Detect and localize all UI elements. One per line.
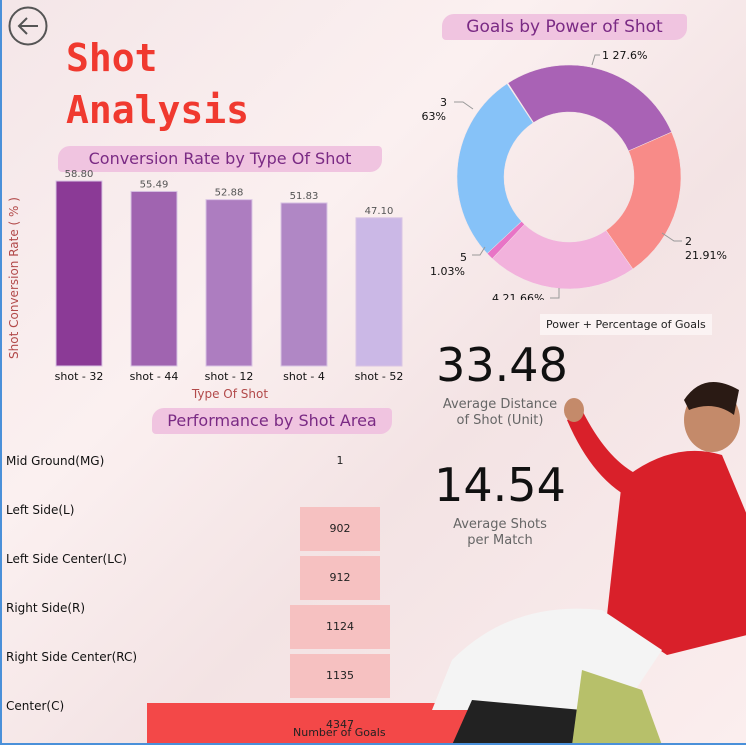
bar-category-label: shot - 12: [205, 370, 254, 383]
funnel-bar[interactable]: 912: [299, 556, 381, 600]
funnel-category-label: Left Side Center(LC): [6, 552, 127, 566]
funnel-bar[interactable]: 902: [299, 507, 381, 551]
leader-line: [550, 288, 560, 299]
funnel-x-label: Number of Goals: [293, 726, 386, 739]
bar-category-label: shot - 4: [283, 370, 325, 383]
bar-value-label: 52.88: [215, 188, 244, 199]
donut-slice-label: 27.63%: [422, 110, 446, 123]
bar-y-axis-label: Shot Conversion Rate ( % ): [7, 197, 21, 359]
donut-slice-label: 5: [460, 251, 467, 264]
dashboard: Shot Analysis Conversion Rate by Type Of…: [0, 0, 746, 745]
bar-value-label: 51.83: [290, 191, 319, 202]
leader-line: [591, 54, 600, 66]
donut-slice-label: 3: [440, 96, 447, 109]
leader-line: [454, 101, 474, 110]
funnel-category-label: Right Side(R): [6, 601, 86, 615]
area-chart-title: Performance by Shot Area: [152, 408, 392, 434]
funnel-bar[interactable]: 1135: [289, 654, 391, 698]
funnel-category-label: Mid Ground(MG): [6, 454, 105, 468]
bar-1[interactable]: [130, 190, 178, 367]
bar-category-label: shot - 52: [355, 370, 404, 383]
donut-slice-label: 21.91%: [685, 249, 727, 262]
power-chart-title: Goals by Power of Shot: [442, 14, 687, 40]
donut-slice-label: 4 21.66%: [492, 292, 544, 300]
bar-x-axis-label: Type Of Shot: [191, 387, 268, 401]
bar-category-label: shot - 32: [55, 370, 104, 383]
funnel-category-label: Center(C): [6, 699, 65, 713]
bar-category-label: shot - 44: [130, 370, 179, 383]
page-title-line2: Analysis: [66, 88, 250, 132]
back-button[interactable]: [8, 6, 48, 46]
bar-0[interactable]: [55, 180, 103, 367]
page-title-line1: Shot: [66, 36, 158, 80]
funnel-category-label: Left Side(L): [6, 503, 75, 517]
funnel-category-label: Right Side Center(RC): [6, 650, 138, 664]
bar-4[interactable]: [355, 217, 403, 367]
donut-slice-1[interactable]: [507, 64, 672, 152]
bar-2[interactable]: [205, 199, 253, 367]
bar-value-label: 55.49: [140, 179, 169, 190]
power-legend-title: Power + Percentage of Goals: [540, 314, 712, 335]
player-image: [432, 382, 746, 743]
arrow-left-circle-icon: [8, 6, 48, 46]
funnel-bar[interactable]: 1124: [290, 605, 390, 649]
donut-slice-label: 1.03%: [430, 265, 465, 278]
conversion-chart-title: Conversion Rate by Type Of Shot: [58, 146, 382, 172]
donut-slice-label: 2: [685, 235, 692, 248]
bar-value-label: 47.10: [365, 206, 394, 217]
bar-value-label: 58.80: [65, 170, 94, 180]
power-donut-chart: 1 27.6% 221.91% 4 21.66% 51.03% 327.63%: [422, 49, 727, 300]
funnel-bar[interactable]: 1: [320, 439, 360, 483]
donut-slice-label: 1 27.6%: [602, 49, 647, 62]
bar-3[interactable]: [280, 202, 328, 367]
conversion-bar-chart: 58.80 shot - 32 55.49 shot - 44 52.88 shot - …: [7, 170, 404, 401]
